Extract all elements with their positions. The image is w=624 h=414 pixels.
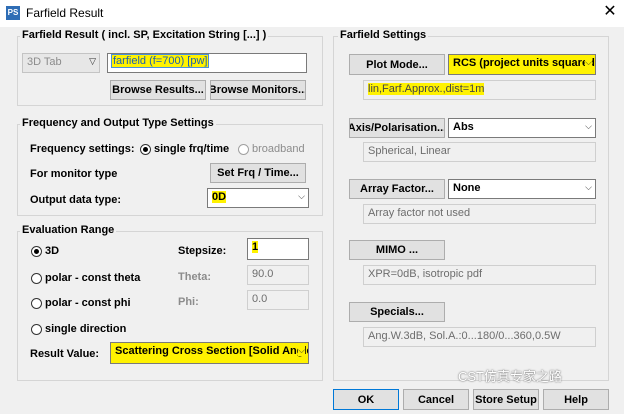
chevron-down-icon: ⌵ [585,57,592,68]
radio-single-direction[interactable] [31,324,42,335]
axis-value: Abs [453,121,474,133]
frequency-settings-label: Frequency settings: [30,143,135,155]
theta-value: 90.0 [252,268,274,280]
phi-value: 0.0 [252,293,268,305]
mimo-info: XPR=0dB, isotropic pdf [363,265,596,285]
ok-button[interactable]: OK [333,389,399,410]
stepsize-label: Stepsize: [178,245,227,257]
axis-info: Spherical, Linear [363,142,596,162]
axis-info-text: Spherical, Linear [368,145,451,157]
tab-select: 3D Tab ▽ [22,53,100,73]
array-select[interactable]: None ⌵ [448,179,596,199]
single-frq-label[interactable]: single frq/time [154,143,229,155]
cancel-button[interactable]: Cancel [403,389,469,410]
browse-monitors-button[interactable]: Browse Monitors... [210,80,306,100]
phi-label: Phi: [178,296,199,308]
output-data-type-label: Output data type: [30,194,122,206]
single-frq-radio[interactable] [140,144,151,155]
specials-info: Ang.W.3dB, Sol.A.:0...180/0...360,0.5W [363,327,596,347]
close-icon[interactable]: ✕ [600,2,620,22]
array-factor-button[interactable]: Array Factor... [349,179,445,199]
result-value-text: Scattering Cross Section [Solid Angle [115,345,309,357]
output-data-type-select[interactable]: 0D ⌵ [207,188,309,208]
radio-polar-phi-label[interactable]: polar - const phi [45,297,131,309]
radio-single-direction-label[interactable]: single direction [45,323,126,335]
specials-button[interactable]: Specials... [349,302,445,322]
plot-mode-info-text: lin,Farf.Approx.,dist=1m [368,83,485,95]
result-value-label: Result Value: [30,348,100,360]
mimo-button[interactable]: MIMO ... [349,240,445,260]
plot-mode-value: RCS (project units squared [453,57,595,69]
tab-select-value: 3D Tab [27,56,62,68]
mimo-info-text: XPR=0dB, isotropic pdf [368,268,483,280]
radio-polar-theta[interactable] [31,273,42,284]
plot-mode-button[interactable]: Plot Mode... [349,54,445,75]
plot-mode-select[interactable]: RCS (project units squared ⌵ [448,54,596,75]
chevron-down-icon: ⌵ [298,345,305,356]
axis-select[interactable]: Abs ⌵ [448,118,596,138]
result-name-value: farfield (f=700) [pw] [111,54,210,68]
browse-results-button[interactable]: Browse Results... [110,80,206,100]
store-setup-button[interactable]: Store Setup [473,389,539,410]
radio-polar-theta-label[interactable]: polar - const theta [45,272,140,284]
farfield-settings-group-title: Farfield Settings [338,29,429,41]
plot-mode-info: lin,Farf.Approx.,dist=1m [363,80,596,100]
theta-label: Theta: [178,271,211,283]
theta-field[interactable]: 90.0 [247,265,309,285]
app-icon: PS [6,6,20,20]
evaluation-group-title: Evaluation Range [20,224,117,236]
radio-polar-phi[interactable] [31,298,42,309]
broadband-radio[interactable] [238,144,249,155]
chevron-down-icon: ⌵ [298,191,305,201]
broadband-label: broadband [252,143,305,155]
window-title: Farfield Result [26,6,104,20]
axis-polarisation-button[interactable]: Axis/Polarisation... [349,118,445,138]
chevron-down-icon: ⌵ [585,121,592,131]
result-value-select[interactable]: Scattering Cross Section [Solid Angle ⌵ [110,342,309,364]
farfield-result-group-title: Farfield Result ( incl. SP, Excitation S… [20,29,269,41]
radio-3d[interactable] [31,246,42,257]
watermark: CST仿真专家之路 [458,369,563,384]
array-value: None [453,182,481,194]
chevron-down-icon: ⌵ [585,182,592,192]
stepsize-value: 1 [252,241,259,253]
set-frq-button[interactable]: Set Frq / Time... [210,163,306,183]
chevron-down-icon: ▽ [89,56,96,66]
stepsize-field[interactable]: 1 [247,238,309,260]
help-button[interactable]: Help [543,389,609,410]
array-info-text: Array factor not used [368,207,471,219]
radio-3d-label[interactable]: 3D [45,245,59,257]
output-data-type-value: 0D [212,191,227,203]
title-bar: PS Farfield Result ✕ [0,0,624,27]
result-name-field[interactable]: farfield (f=700) [pw] [107,53,307,73]
monitor-type-label: For monitor type [30,168,118,180]
frequency-group-title: Frequency and Output Type Settings [20,117,216,129]
phi-field[interactable]: 0.0 [247,290,309,310]
array-info: Array factor not used [363,204,596,224]
specials-info-text: Ang.W.3dB, Sol.A.:0...180/0...360,0.5W [368,330,561,342]
